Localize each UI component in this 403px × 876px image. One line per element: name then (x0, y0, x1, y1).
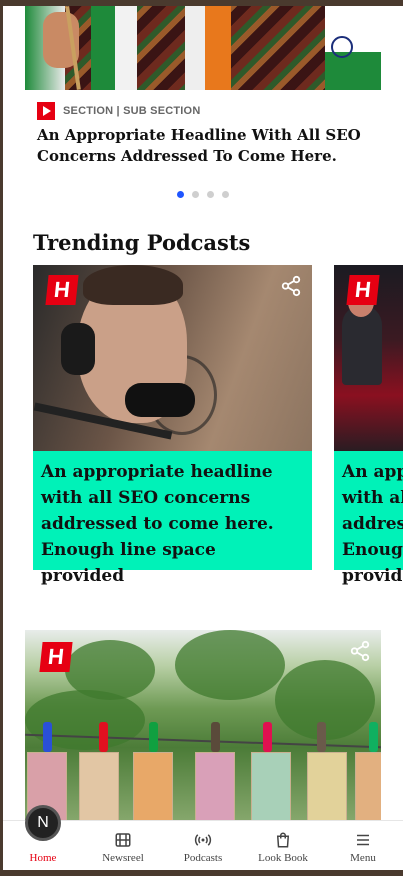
brand-logo: H (45, 275, 79, 305)
podcast-headline[interactable]: An appropriate headline with all SEO con… (41, 459, 304, 589)
bottom-navigation: N Home Newsreel Podcasts Look Book Menu (3, 805, 403, 870)
share-icon[interactable] (349, 640, 371, 662)
podcast-thumbnail[interactable]: H (33, 265, 312, 451)
hamburger-icon (357, 834, 369, 846)
feature-card[interactable]: H (25, 630, 381, 826)
carousel-dot[interactable] (207, 191, 214, 198)
film-icon (115, 833, 131, 847)
podcast-thumbnail[interactable]: H (334, 265, 403, 451)
brand-logo: H (39, 642, 73, 672)
app-screen: SECTION | SUB SECTION An Appropriate Hea… (3, 6, 403, 870)
nav-label: Home (29, 852, 57, 864)
section-label[interactable]: SECTION | SUB SECTION (63, 105, 200, 117)
carousel-dot[interactable] (177, 191, 184, 198)
hero-headline[interactable]: An Appropriate Headline With All SEO Con… (37, 125, 367, 167)
podcast-card[interactable]: H An appropriate headline with all SEO c… (33, 265, 312, 586)
brand-logo: H (346, 275, 380, 305)
nav-label: Look Book (258, 852, 308, 864)
nav-home[interactable]: N Home (3, 805, 83, 870)
carousel-dots (177, 191, 229, 198)
trending-podcasts-heading: Trending Podcasts (33, 230, 251, 255)
nav-menu[interactable]: Menu (323, 821, 403, 870)
broadcast-icon (194, 834, 212, 846)
carousel-dot[interactable] (192, 191, 199, 198)
nav-newsreel[interactable]: Newsreel (83, 821, 163, 870)
nav-label: Newsreel (102, 852, 144, 864)
hero-image[interactable] (25, 6, 381, 90)
podcast-caption[interactable]: An appropriate headline with all SEO con… (334, 451, 403, 586)
home-icon[interactable]: N (25, 805, 61, 841)
podcast-card[interactable]: H An appropriate headline with all SEO c… (334, 265, 403, 586)
nav-label: Podcasts (183, 852, 223, 864)
bag-icon (276, 832, 290, 848)
podcast-headline[interactable]: An appropriate headline with all SEO con… (342, 459, 403, 589)
video-play-icon (37, 102, 55, 120)
nav-label: Menu (350, 852, 376, 864)
podcast-caption[interactable]: An appropriate headline with all SEO con… (33, 451, 312, 586)
nav-podcasts[interactable]: Podcasts (163, 821, 243, 870)
share-icon[interactable] (280, 275, 302, 297)
nav-look-book[interactable]: Look Book (243, 821, 323, 870)
carousel-dot[interactable] (222, 191, 229, 198)
hero-section-row: SECTION | SUB SECTION (37, 102, 200, 120)
